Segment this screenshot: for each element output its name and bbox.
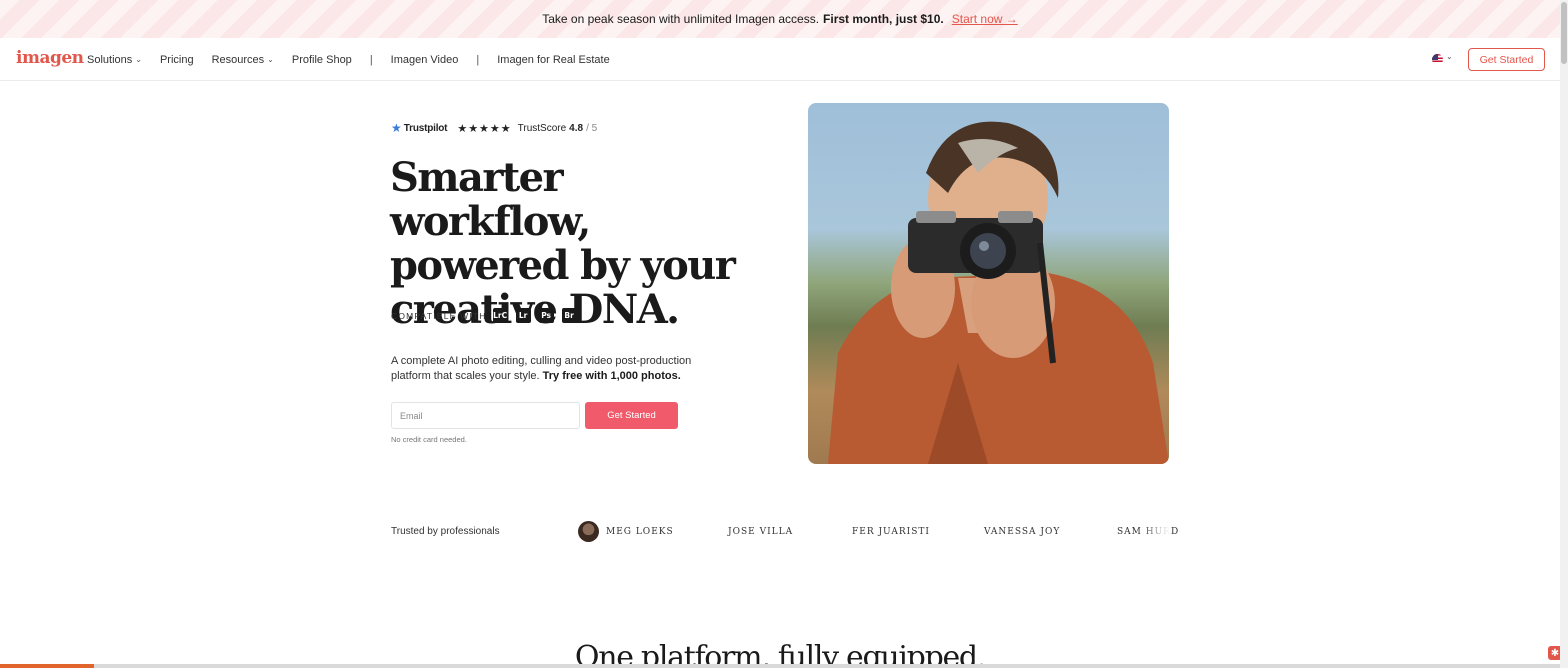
lightroom-classic-icon: LrC (492, 308, 508, 323)
photographer-illustration (828, 121, 1169, 464)
trustpilot-star-icon: ★ (391, 121, 402, 135)
us-flag-icon[interactable] (1432, 54, 1443, 65)
bridge-icon: Br (561, 308, 577, 323)
headline-line: powered by your (390, 242, 736, 289)
chevron-down-icon: ⌄ (135, 55, 142, 64)
nav-item-imagen-video[interactable]: Imagen Video (391, 54, 459, 66)
nav-separator: | (369, 53, 373, 66)
description-offer: Try free with 1,000 photos. (542, 370, 681, 382)
imagen-logo[interactable]: imagen (16, 48, 84, 68)
rating-stars: ★★★★★ (457, 122, 512, 135)
photoshop-icon: Ps (538, 308, 554, 323)
trusted-label: Trusted by professionals (391, 526, 500, 537)
page-progress-track (0, 664, 1560, 668)
nav-item-label: Profile Shop (291, 53, 352, 66)
compatibility-row: COMPATIBLE WITH LrC Lr Ps Br (391, 308, 585, 323)
compatible-label: COMPATIBLE WITH (391, 310, 487, 321)
nav-separator: | (476, 53, 480, 66)
scrollbar-track[interactable] (1560, 0, 1568, 668)
nav-menu: Solutions ⌄ Pricing Resources ⌄ Profile … (87, 38, 628, 81)
professional-name: MEG LOEKS (606, 527, 674, 537)
headline-line: Smarter workflow, (390, 154, 591, 245)
trustpilot-brand: Trustpilot (403, 122, 448, 134)
get-started-button[interactable]: Get Started (1468, 48, 1545, 71)
nav-item-label: Resources (211, 53, 265, 66)
hero-photo (808, 103, 1169, 464)
nav-item-profile-shop[interactable]: Profile Shop (292, 54, 352, 66)
chevron-down-icon[interactable]: ⌄ (1446, 52, 1453, 61)
page-progress-fill (0, 664, 94, 668)
email-input[interactable] (391, 402, 580, 429)
announcement-bar: Take on peak season with unlimited Image… (0, 0, 1560, 38)
nav-item-pricing[interactable]: Pricing (160, 54, 194, 66)
trustscore-max: / 5 (586, 122, 598, 134)
professional-name: VANESSA JOY (984, 527, 1061, 537)
announcement-text: Take on peak season with unlimited Image… (542, 12, 820, 26)
nav-item-label: Imagen Video (390, 53, 459, 66)
trustscore-label: TrustScore (517, 122, 567, 134)
avatar (578, 521, 599, 542)
trustpilot-rating[interactable]: ★ Trustpilot ★★★★★ TrustScore 4.8 / 5 (391, 121, 597, 135)
trustscore-value: 4.8 (569, 122, 584, 134)
hero-get-started-button[interactable]: Get Started (585, 402, 678, 429)
professional-name: JOSE VILLA (728, 527, 794, 537)
marquee-fade (1140, 518, 1170, 546)
hero-headline: Smarter workflow, powered by your creati… (390, 156, 750, 332)
nav-item-resources[interactable]: Resources ⌄ (212, 54, 274, 66)
chevron-down-icon: ⌄ (267, 55, 274, 64)
nav-item-real-estate[interactable]: Imagen for Real Estate (497, 54, 610, 66)
announcement-offer: First month, just $10. (823, 12, 944, 26)
start-now-link[interactable]: Start now → (952, 12, 1018, 26)
nav-item-label: Pricing (159, 53, 194, 66)
professional-name: FER JUARISTI (852, 527, 930, 537)
nav-item-label: Solutions (87, 53, 133, 66)
top-nav: imagen Solutions ⌄ Pricing Resources ⌄ P… (0, 38, 1560, 81)
nav-item-label: Imagen for Real Estate (497, 53, 610, 66)
lightroom-icon: Lr (515, 308, 531, 323)
nav-item-solutions[interactable]: Solutions ⌄ (87, 54, 142, 66)
hero-description: A complete AI photo editing, culling and… (391, 354, 711, 384)
no-credit-card-note: No credit card needed. (391, 435, 467, 444)
scrollbar-thumb[interactable] (1561, 2, 1567, 64)
